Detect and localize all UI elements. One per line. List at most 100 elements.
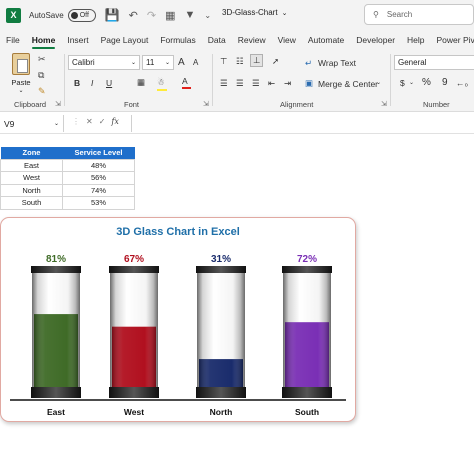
name-box[interactable]: V9 ⌄ (0, 115, 64, 132)
shrink-font-button[interactable]: A (193, 58, 198, 67)
data-table: Zone Service Level East 48% West 56% North 74… (0, 147, 135, 210)
cancel-icon[interactable]: ✕ (86, 117, 93, 126)
align-right-icon[interactable]: ☰ (252, 78, 260, 89)
glass-top-cap (109, 266, 159, 273)
format-painter-icon[interactable]: ✎ (38, 86, 46, 97)
data-label-north: 31% (211, 254, 231, 265)
orientation-icon[interactable]: ➚ (272, 56, 279, 67)
customize-qat-icon[interactable]: ⌄ (204, 11, 211, 20)
tab-page-layout[interactable]: Page Layout (101, 30, 149, 50)
alignment-launcher-icon[interactable]: ⇲ (381, 100, 387, 108)
tab-automate[interactable]: Automate (308, 30, 344, 50)
glass-bottom-cap (196, 387, 246, 398)
increase-decimal-icon[interactable]: ←₀ (456, 78, 468, 88)
autosave-label: AutoSave (29, 10, 64, 20)
grid-icon[interactable]: ▦ (165, 9, 175, 22)
category-label-east: East (47, 407, 65, 417)
service-level-header[interactable]: Service Level (62, 147, 135, 159)
chevron-down-icon[interactable]: ⌄ (409, 79, 414, 86)
font-name-dropdown[interactable]: Calibri ⌄ (68, 55, 140, 70)
clipboard-launcher-icon[interactable]: ⇲ (55, 100, 61, 108)
zone-cell[interactable]: North (0, 183, 63, 197)
chevron-down-icon: ⌄ (53, 121, 59, 127)
tab-insert[interactable]: Insert (67, 30, 88, 50)
search-box[interactable]: ⚲ Search (364, 4, 474, 25)
filter-icon[interactable]: ▼ (185, 9, 196, 21)
clipboard-group-label: Clipboard (14, 100, 47, 109)
category-label-south: South (295, 407, 319, 417)
fill-color-icon[interactable]: ☃ (157, 77, 167, 91)
merge-center-button[interactable]: Merge & Center (318, 79, 378, 89)
search-icon: ⚲ (373, 10, 379, 19)
category-label-north: North (210, 407, 233, 417)
percent-button[interactable]: % (422, 77, 431, 88)
number-format-dropdown[interactable]: General (394, 55, 474, 70)
wrap-text-icon[interactable]: ↵ (305, 58, 312, 69)
paste-label: Paste (11, 78, 31, 87)
merge-center-icon[interactable]: ▣ (305, 78, 313, 89)
decrease-indent-icon[interactable]: ⇤ (268, 78, 275, 89)
service-level-cell[interactable]: 53% (62, 196, 135, 210)
align-middle-icon[interactable]: ☷ (236, 56, 244, 67)
formula-input[interactable] (131, 115, 474, 132)
cut-icon[interactable]: ✂ (38, 54, 46, 65)
separator (64, 54, 65, 106)
cell-reference: V9 (4, 118, 15, 129)
wrap-text-button[interactable]: Wrap Text (318, 58, 356, 68)
title-bar: X AutoSave Off 💾 ↶ ↷ ▦ ▼ ⌄ 3D-Glass-Char… (0, 0, 474, 30)
table-row: North 74% (0, 183, 135, 197)
chart-title[interactable]: 3D Glass Chart in Excel (0, 226, 356, 238)
underline-button[interactable]: U (106, 78, 112, 88)
glass-top-cap (31, 266, 81, 273)
save-icon[interactable]: 💾 (105, 8, 120, 22)
align-left-icon[interactable]: ☰ (220, 78, 228, 89)
enter-icon[interactable]: ✓ (99, 117, 106, 126)
currency-button[interactable]: $ (400, 78, 405, 88)
chevron-down-icon[interactable]: ⌄ (376, 79, 381, 86)
bold-button[interactable]: B (74, 78, 80, 88)
tab-file[interactable]: File (6, 30, 20, 50)
tab-view[interactable]: View (278, 30, 296, 50)
italic-button[interactable]: I (91, 78, 93, 88)
data-label-east: 81% (46, 254, 66, 265)
increase-indent-icon[interactable]: ⇥ (284, 78, 291, 89)
align-bottom-icon[interactable]: ⊥ (250, 54, 264, 67)
excel-logo-icon: X (6, 7, 21, 23)
bar-shine (34, 314, 78, 387)
font-color-icon[interactable]: A (182, 76, 191, 89)
undo-icon[interactable]: ↶ (129, 9, 138, 22)
font-launcher-icon[interactable]: ⇲ (203, 100, 209, 108)
tab-data[interactable]: Data (208, 30, 226, 50)
service-level-cell[interactable]: 74% (62, 183, 135, 197)
data-label-south: 72% (297, 254, 317, 265)
comma-style-button[interactable]: 9 (442, 77, 448, 88)
redo-icon[interactable]: ↷ (147, 9, 156, 22)
tab-developer[interactable]: Developer (356, 30, 395, 50)
zone-cell[interactable]: West (0, 171, 63, 185)
alignment-group-label: Alignment (280, 100, 314, 109)
paste-button[interactable]: Paste ⌄ (8, 53, 34, 94)
service-level-cell[interactable]: 56% (62, 171, 135, 185)
tab-home[interactable]: Home (31, 30, 55, 50)
separator (390, 54, 391, 106)
tab-help[interactable]: Help (407, 30, 424, 50)
zone-cell[interactable]: South (0, 196, 63, 210)
document-title[interactable]: 3D-Glass-Chart ⌄ (222, 8, 287, 17)
copy-icon[interactable]: ⧉ (38, 70, 44, 81)
tab-review[interactable]: Review (238, 30, 266, 50)
align-top-icon[interactable]: ⊤ (220, 56, 227, 67)
number-group-label: Number (423, 100, 450, 109)
tab-formulas[interactable]: Formulas (160, 30, 195, 50)
font-size-dropdown[interactable]: 11 ⌄ (142, 55, 174, 70)
align-center-icon[interactable]: ☰ (236, 78, 244, 89)
tab-power-pivot[interactable]: Power Pivot (437, 30, 474, 50)
grow-font-button[interactable]: A (178, 57, 185, 68)
autosave-toggle[interactable]: Off (67, 8, 96, 22)
table-row: West 56% (0, 171, 135, 185)
zone-cell[interactable]: East (0, 158, 63, 172)
service-level-cell[interactable]: 48% (62, 158, 135, 172)
borders-icon[interactable]: ▦ (137, 77, 145, 88)
formula-buttons: ⋮ ✕ ✓ fx (72, 117, 119, 126)
insert-function-button[interactable]: fx (111, 117, 118, 126)
zone-header[interactable]: Zone (0, 147, 63, 159)
